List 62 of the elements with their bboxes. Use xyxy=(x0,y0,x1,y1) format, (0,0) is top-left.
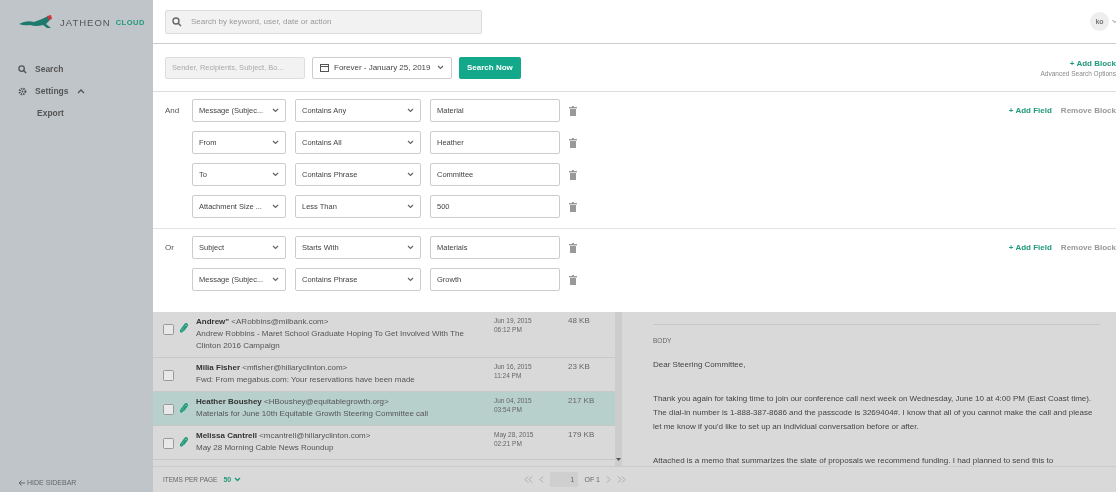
chevron-down-icon xyxy=(407,172,414,177)
trash-icon[interactable] xyxy=(569,169,577,180)
chevron-down-icon xyxy=(407,204,414,209)
calendar-icon xyxy=(320,63,329,72)
chevron-down-icon xyxy=(407,277,414,282)
message-sender: Andrew" <ARobbins@milbank.com> xyxy=(196,316,330,328)
body-paragraph: Dear Steering Committee, xyxy=(653,359,747,371)
sidebar-item[interactable]: Search xyxy=(18,58,64,80)
sidebar-subitem[interactable]: Export xyxy=(18,102,64,124)
trash-icon[interactable] xyxy=(569,274,577,285)
add-field-link[interactable]: + Add Field xyxy=(1008,106,1052,115)
add-block-link[interactable]: + Add Block xyxy=(1069,58,1116,68)
search-icon xyxy=(18,64,27,74)
block-operator-label: Or xyxy=(165,243,175,252)
message-subject: Andrew Robbins - Maret School Graduate Hoping To Get Involved With The Clinton 2016 Campaign xyxy=(196,328,465,352)
last-page-icon[interactable] xyxy=(617,476,626,483)
chevron-down-icon xyxy=(272,108,279,113)
checkbox[interactable] xyxy=(163,438,174,449)
trash-icon[interactable] xyxy=(569,201,577,212)
chevron-down-icon xyxy=(407,140,414,145)
trash-icon[interactable] xyxy=(569,137,577,148)
message-subject: Materials for June 10th Equitable Growth Steering Committee call xyxy=(196,408,430,420)
checkbox[interactable] xyxy=(163,404,174,415)
message-sender: Melissa Cantrell <mcantrell@hillaryclinton.com> xyxy=(196,430,372,442)
search-field[interactable]: Search by keyword, user, date or action xyxy=(165,9,482,34)
first-page-icon[interactable] xyxy=(524,476,534,483)
message-sender: Heather Boushey <HBoushey@equitablegrowth.org> xyxy=(196,396,390,408)
chevron-down-icon xyxy=(272,172,279,177)
next-page-icon[interactable] xyxy=(606,476,611,483)
body-paragraph: Thank you again for taking time to join our conference call next week on Wednesday, June 10 at 4:00 PM (East Coast time). The dial-in number is 1-888-387-8686 and the passcode is 3269404#. I know that all of you cannot make the call and please let me know if you'd like to set up an individual conversation before or after. xyxy=(653,393,1094,433)
message-size: 217 KB xyxy=(568,396,595,405)
message-size: 48 KB xyxy=(568,316,590,325)
block-operator-label: And xyxy=(165,106,181,115)
chevron-down-icon xyxy=(272,245,279,250)
chevron-icon xyxy=(76,88,85,94)
body-paragraph: Attached is a memo that summarizes the slate of proposals we recommend funding. I had planned to send this to xyxy=(653,455,1055,466)
previous-page-icon[interactable] xyxy=(539,476,545,483)
chevron-down-icon xyxy=(437,65,444,70)
message-size: 23 KB xyxy=(568,362,590,371)
checkbox[interactable] xyxy=(163,324,174,335)
scrollbar[interactable] xyxy=(615,312,622,466)
trash-icon[interactable] xyxy=(569,242,577,253)
message-sender: Milia Fisher <mfisher@hillaryclinton.com> xyxy=(196,362,349,374)
message-subject: Fwd: From megabus.com: Your reservations have been made xyxy=(196,374,416,386)
chevron-down-icon xyxy=(272,277,279,282)
message-size: 179 KB xyxy=(568,430,595,439)
settings-icon xyxy=(18,86,27,96)
chevron-down-icon xyxy=(407,108,414,113)
arrow-left-icon xyxy=(18,479,25,486)
scroll-down-icon[interactable] xyxy=(616,458,621,462)
chevron-down-icon xyxy=(407,245,414,250)
chevron-down-icon xyxy=(272,140,279,145)
sidebar-item[interactable]: Settings xyxy=(18,80,85,102)
add-field-link[interactable]: + Add Field xyxy=(1008,243,1052,252)
trash-icon[interactable] xyxy=(569,105,577,116)
logo-wordmark: JATHEON xyxy=(60,16,111,28)
search-icon xyxy=(172,16,182,27)
message-subject: May 28 Morning Cable News Roundup xyxy=(196,442,335,454)
chevron-down-icon xyxy=(234,477,242,482)
checkbox[interactable] xyxy=(163,370,174,381)
chevron-down-icon xyxy=(272,204,279,209)
date-range-dropdown[interactable]: Forever - January 25, 2019 xyxy=(312,56,452,79)
